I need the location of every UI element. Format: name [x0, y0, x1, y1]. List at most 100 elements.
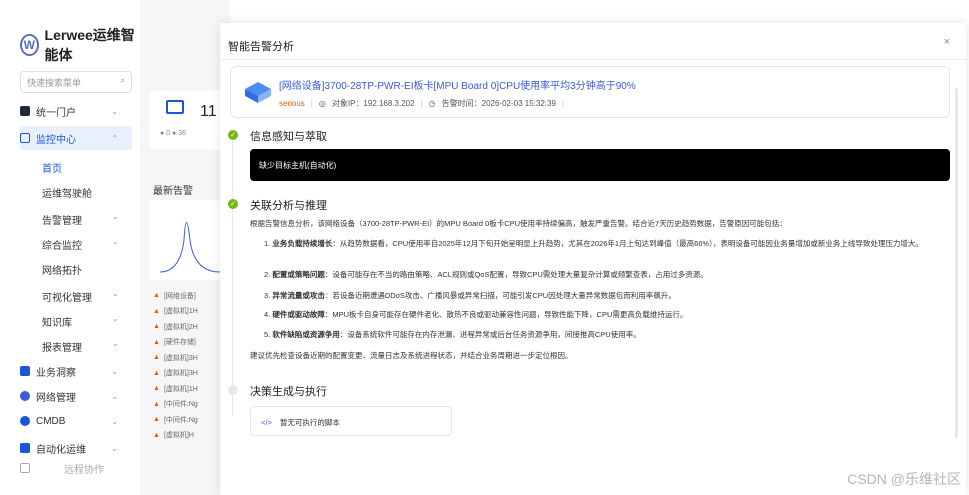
- chevron-down-icon: ⌄: [111, 443, 118, 453]
- alarm-list: ▲ [网络设备] ▲ [虚拟机]1H ▲ [虚拟机]2H ▲ [硬件存储] ▲ [虚拟机]…: [153, 288, 228, 443]
- logo-text: Lerwee运维智能体: [44, 27, 135, 63]
- chevron-up-icon: ⌃: [111, 133, 118, 143]
- stat-number: 11: [200, 103, 217, 120]
- warning-icon: ▲: [153, 338, 160, 346]
- cause-item: 5. 软件缺陷或资源争用：设备系统软件可能存在内存泄漏、进程异常或后台任务资源争…: [264, 329, 954, 341]
- cause-head: 硬件或驱动故障: [272, 310, 325, 319]
- cause-text: ：从趋势数据看，CPU使用率自2025年12月下旬开始呈明显上升趋势，尤其在20…: [332, 239, 923, 248]
- sidebar-sub-report[interactable]: 报表管理 ⌄: [42, 339, 119, 354]
- divider: |: [420, 99, 423, 108]
- alert-title: [网络设备]3700-28TP-PWR-EI板卡[MPU Board 0]CPU…: [279, 81, 636, 92]
- warning-icon: ▲: [153, 354, 160, 362]
- target-ip: 对象IP：192.168.3.202: [331, 99, 415, 108]
- analysis-conclusion: 建议优先检查设备近期的配置变更、流量日志及系统进程状态，并结合业务周期进一步定位…: [250, 351, 573, 360]
- close-icon[interactable]: ×: [944, 36, 950, 48]
- cause-head: 软件缺陷或资源争用: [272, 330, 340, 339]
- divider: |: [561, 99, 565, 108]
- cause-num: 1.: [264, 239, 271, 248]
- cause-head: 业务负载持续增长: [272, 239, 333, 248]
- sub-label: 可视化管理: [42, 293, 92, 304]
- list-item[interactable]: ▲ [中间件:Ng: [153, 412, 228, 428]
- list-item[interactable]: ▲ [虚拟机]1H: [153, 381, 228, 397]
- menu-search-input[interactable]: 快速搜索菜单 ⌕: [20, 71, 132, 93]
- sidebar-item-network[interactable]: 网络管理 ⌄: [20, 384, 132, 408]
- perception-text: 缺少目标主机(自动化): [259, 161, 337, 170]
- cause-text: ：设备系统软件可能存在内存泄漏、进程异常或后台任务资源争用，间接推高CPU使用率…: [339, 330, 641, 339]
- list-item[interactable]: ▲ [虚拟机]3H: [153, 366, 228, 382]
- chevron-down-icon: ⌄: [111, 366, 118, 376]
- remote-label: 远程协作: [64, 464, 104, 476]
- search-placeholder: 快速搜索菜单: [27, 78, 82, 88]
- cause-item: 2. 配置或策略问题：设备可能存在不当的路由策略、ACL规则或QoS配置，导致C…: [264, 269, 954, 281]
- logo-icon: W: [20, 34, 39, 56]
- script-card[interactable]: </> 暂无可执行的脚本: [250, 406, 452, 436]
- cause-head: 配置或策略问题: [272, 270, 325, 279]
- collapse-icon: [20, 463, 30, 473]
- chevron-down-icon: ⌄: [112, 289, 119, 298]
- sidebar-item-portal[interactable]: 统一门户 ⌄: [20, 99, 132, 123]
- timeline-line: [232, 136, 233, 416]
- sub-label: 知识库: [42, 318, 72, 329]
- sub-label: 告警管理: [42, 216, 82, 227]
- step-analysis-title: 关联分析与推理: [250, 200, 327, 212]
- warning-icon: ▲: [153, 416, 160, 424]
- sidebar-sub-home[interactable]: 首页: [42, 160, 62, 175]
- sidebar-sub-alarm[interactable]: 告警管理 ⌄: [42, 212, 119, 227]
- sidebar-sub-cockpit[interactable]: 运维驾驶舱: [42, 185, 92, 200]
- sidebar-item-label: 统一门户: [36, 107, 76, 119]
- severity-badge: serious: [279, 99, 305, 108]
- list-item[interactable]: ▲ [虚拟机]H: [153, 428, 228, 444]
- sub-label: 首页: [42, 164, 62, 175]
- sidebar-sub-visual[interactable]: 可视化管理 ⌄: [42, 289, 119, 304]
- list-item[interactable]: ▲ [中间件:Ng: [153, 397, 228, 413]
- list-item[interactable]: ▲ [硬件存储]: [153, 335, 228, 351]
- logo: W Lerwee运维智能体: [20, 27, 140, 63]
- warning-icon: ▲: [153, 400, 160, 408]
- list-item[interactable]: ▲ [虚拟机]1H: [153, 304, 228, 320]
- sidebar: W Lerwee运维智能体 快速搜索菜单 ⌕ 统一门户 ⌄ 监控中心 ⌃ 首页 …: [0, 0, 140, 495]
- alarm-text: [中间件:Ng: [163, 401, 198, 409]
- list-item[interactable]: ▲ [虚拟机]2H: [153, 319, 228, 335]
- alarm-text: [虚拟机]3H: [163, 370, 198, 378]
- cause-item: 3. 异常流量或攻击：若设备近期遭遇DDoS攻击、广播风暴或异常扫描，可能引发C…: [264, 290, 954, 302]
- sidebar-sub-topology[interactable]: 网络拓扑: [42, 262, 82, 277]
- modal-scrollbar[interactable]: [955, 88, 958, 438]
- cmdb-icon: [20, 416, 30, 426]
- monitor-icon: [20, 133, 30, 143]
- search-icon: ⌕: [119, 75, 125, 85]
- sidebar-sub-knowledge[interactable]: 知识库 ⌄: [42, 314, 119, 329]
- alarm-text: [硬件存储]: [163, 339, 196, 347]
- warning-icon: ▲: [153, 307, 160, 315]
- warning-icon: ▲: [153, 292, 160, 300]
- cause-num: 5.: [264, 330, 271, 339]
- list-item[interactable]: ▲ [虚拟机]3H: [153, 350, 228, 366]
- chevron-down-icon: ⌄: [112, 212, 119, 221]
- sidebar-footer[interactable]: 远程协作: [20, 456, 132, 480]
- gear-icon: [20, 443, 30, 453]
- sidebar-sub-monitor[interactable]: 综合监控 ⌄: [42, 237, 119, 252]
- chevron-down-icon: ⌄: [112, 339, 119, 348]
- cause-item: 1. 业务负载持续增长：从趋势数据看，CPU使用率自2025年12月下旬开始呈明…: [264, 238, 954, 250]
- sub-label: 运维驾驶舱: [42, 189, 92, 200]
- cause-num: 2.: [264, 270, 271, 279]
- no-script-text: 暂无可执行的脚本: [279, 418, 340, 427]
- pending-icon: [228, 385, 238, 395]
- sidebar-item-monitoring[interactable]: 监控中心 ⌃: [20, 126, 132, 150]
- cause-item: 4. 硬件或驱动故障：MPU板卡自身可能存在硬件老化、散热不良或驱动兼容性问题，…: [264, 309, 954, 321]
- alarm-text: [虚拟机]1H: [163, 308, 198, 316]
- network-icon: [20, 391, 30, 401]
- cause-num: 3.: [264, 291, 271, 300]
- alarm-trend-line: [159, 222, 221, 273]
- alert-header-card: [网络设备]3700-28TP-PWR-EI板卡[MPU Board 0]CPU…: [230, 66, 950, 118]
- sidebar-item-label: 自动化运维: [36, 444, 86, 456]
- check-icon: ✓: [228, 199, 238, 209]
- sidebar-item-insight[interactable]: 业务洞察 ⌄: [20, 359, 132, 383]
- sidebar-item-label: 网络管理: [36, 392, 76, 404]
- list-item[interactable]: ▲ [网络设备]: [153, 288, 228, 304]
- cause-text: ：MPU板卡自身可能存在硬件老化、散热不良或驱动兼容性问题，导致性能下降，CPU…: [324, 310, 688, 319]
- alarm-chart-panel: [150, 200, 225, 280]
- step-decision-title: 决策生成与执行: [250, 386, 327, 398]
- stat-legend: ● 0 ● 36: [160, 130, 186, 137]
- chevron-down-icon: ⌄: [111, 391, 118, 401]
- sidebar-item-cmdb[interactable]: CMDB ⌄: [20, 409, 132, 433]
